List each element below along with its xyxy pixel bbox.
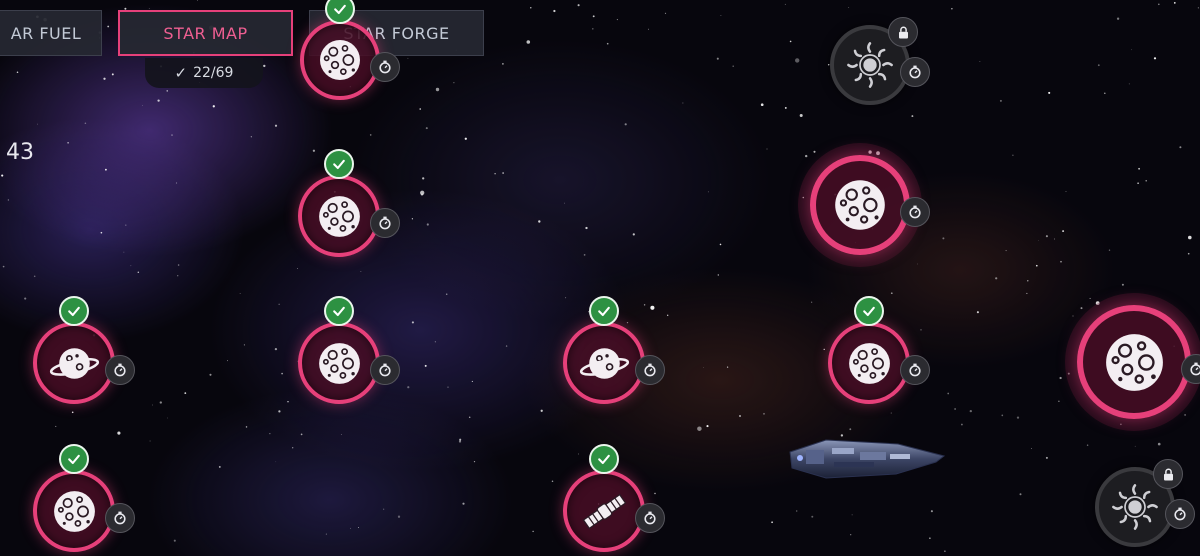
timer-icon[interactable]: [370, 355, 400, 385]
progress-label: 22/69: [193, 65, 234, 81]
node-row3-asteroid-2[interactable]: [828, 296, 930, 404]
spaceship-icon: [789, 439, 946, 479]
asteroid-icon: [314, 338, 365, 389]
node-row3-ringed-planet-2[interactable]: [563, 296, 665, 404]
tab-label: AR FUEL: [10, 23, 82, 43]
tab-star-fuel[interactable]: AR FUEL: [0, 10, 102, 56]
satellite-icon: [579, 486, 630, 537]
timer-icon[interactable]: [105, 355, 135, 385]
completed-check-icon: [589, 444, 619, 474]
node-row4-asteroid[interactable]: [33, 444, 135, 552]
node-row4-satellite[interactable]: [563, 444, 665, 552]
timer-icon[interactable]: [370, 208, 400, 238]
asteroid-icon: [844, 338, 895, 389]
timer-icon[interactable]: [635, 503, 665, 533]
completed-check-icon: [59, 444, 89, 474]
asteroid-icon: [829, 174, 891, 236]
timer-icon[interactable]: [1165, 499, 1195, 529]
timer-icon[interactable]: [635, 355, 665, 385]
node-row2-big-asteroid[interactable]: [810, 155, 930, 255]
ringed-planet-icon: [579, 338, 630, 389]
timer-icon[interactable]: [370, 52, 400, 82]
lock-icon: [888, 17, 918, 47]
lock-icon: [1153, 459, 1183, 489]
sun-icon: [845, 40, 895, 90]
asteroid-icon: [315, 35, 365, 85]
node-row2-asteroid[interactable]: [298, 149, 400, 257]
asteroid-icon: [314, 191, 365, 242]
node-row3-ringed-planet-1[interactable]: [33, 296, 135, 404]
timer-icon[interactable]: [900, 57, 930, 87]
completed-check-icon: [589, 296, 619, 326]
completed-check-icon: [324, 296, 354, 326]
asteroid-icon: [1099, 327, 1170, 398]
sun-icon: [1110, 482, 1160, 532]
timer-icon[interactable]: [900, 197, 930, 227]
node-row3-asteroid-1[interactable]: [298, 296, 400, 404]
completed-check-icon: [854, 296, 884, 326]
node-row4-sun[interactable]: [1095, 459, 1195, 547]
completed-check-icon: [325, 0, 355, 24]
node-top-sun[interactable]: [830, 17, 930, 105]
asteroid-icon: [49, 486, 100, 537]
node-top-asteroid[interactable]: [300, 0, 400, 100]
tab-label: STAR MAP: [163, 23, 248, 43]
timer-icon[interactable]: [900, 355, 930, 385]
ringed-planet-icon: [49, 338, 100, 389]
progress-counter: ✓ 22/69: [145, 58, 263, 88]
completed-check-icon: [59, 296, 89, 326]
tab-star-map[interactable]: STAR MAP: [118, 10, 293, 56]
completed-check-icon: [324, 149, 354, 179]
resource-value: 43: [6, 140, 34, 165]
node-row3-big-asteroid[interactable]: [1077, 305, 1200, 419]
checkmark-icon: ✓: [174, 64, 188, 82]
timer-icon[interactable]: [105, 503, 135, 533]
